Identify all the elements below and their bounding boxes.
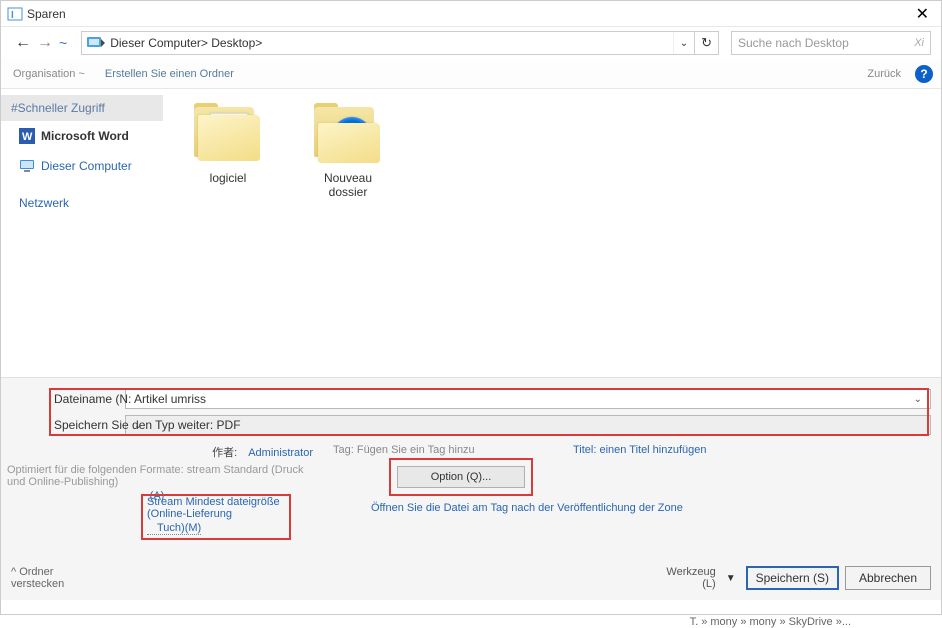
folder-new[interactable]: Nouveau dossier xyxy=(303,103,393,199)
address-bar[interactable]: Dieser Computer> Desktop> ⌄ ↻ xyxy=(81,31,719,55)
help-icon[interactable]: ? xyxy=(915,65,933,83)
file-pane[interactable]: PDF logiciel Nouveau dossier xyxy=(163,89,941,377)
folder-icon xyxy=(312,103,384,165)
filename-value: Dateiname (N: Artikel umriss xyxy=(54,392,206,406)
stream-field[interactable]: Tuch)(M) xyxy=(147,522,201,535)
address-dropdown-icon[interactable]: ⌄ xyxy=(673,32,694,54)
search-clear-icon[interactable]: Xi xyxy=(914,37,924,49)
folder-icon: PDF xyxy=(192,103,264,165)
folder-label: logiciel xyxy=(210,171,247,185)
open-after-publish-link[interactable]: Öffnen Sie die Datei am Tag nach der Ver… xyxy=(371,502,683,514)
window-title: Sparen xyxy=(27,7,66,21)
sidebar-quick-access[interactable]: #Schneller Zugriff xyxy=(1,95,163,121)
author-value[interactable]: Administrator xyxy=(248,447,313,459)
savetype-field[interactable]: Speichern Sie den Typ weiter: PDF ⌄ xyxy=(125,415,931,435)
tools-dropdown-icon[interactable]: ▼ xyxy=(722,573,740,584)
sidebar-item-network[interactable]: Netzwerk xyxy=(1,189,163,217)
stream-min-size-label: Stream Mindest dateigröße (Online-Liefer… xyxy=(147,496,287,520)
cancel-button[interactable]: Abbrechen xyxy=(845,566,931,590)
svg-text:W: W xyxy=(22,131,33,143)
word-icon: W xyxy=(19,128,35,144)
filename-dropdown-icon[interactable]: ⌄ xyxy=(910,394,926,405)
breadcrumb: Dieser Computer> Desktop> xyxy=(110,36,673,50)
computer-icon xyxy=(19,158,35,174)
status-bar-text: T. » mony » mony » SkyDrive »... xyxy=(690,616,851,628)
close-icon[interactable]: ✕ xyxy=(910,4,935,24)
organize-button[interactable]: Organisation ~ xyxy=(9,68,89,80)
forward-arrow-icon[interactable]: → xyxy=(33,34,51,52)
author-label: 作者: xyxy=(212,447,237,459)
back-arrow-icon[interactable]: ← xyxy=(11,34,29,52)
sidebar-item-computer[interactable]: Dieser Computer xyxy=(1,151,163,181)
app-icon: I xyxy=(7,6,23,22)
svg-text:I: I xyxy=(11,10,14,21)
savetype-value: Speichern Sie den Typ weiter: PDF xyxy=(54,418,241,432)
title-hint[interactable]: Titel: einen Titel hinzufügen xyxy=(573,444,707,460)
search-input[interactable]: Suche nach Desktop Xi xyxy=(731,31,931,55)
drive-icon xyxy=(84,33,108,53)
folder-logiciel[interactable]: PDF logiciel xyxy=(183,103,273,185)
sidebar-item-word[interactable]: W Microsoft Word xyxy=(1,121,163,151)
search-placeholder: Suche nach Desktop xyxy=(738,36,849,50)
toolbar-back-label[interactable]: Zurück xyxy=(863,68,905,80)
sidebar-item-label: Microsoft Word xyxy=(41,129,129,143)
tag-field[interactable]: Tag: Fügen Sie ein Tag hinzu xyxy=(333,444,573,460)
new-folder-button[interactable]: Erstellen Sie einen Ordner xyxy=(101,68,238,80)
folder-label: Nouveau dossier xyxy=(303,171,393,199)
up-arrow-icon[interactable]: ~ xyxy=(55,35,71,51)
options-button[interactable]: Option (Q)... xyxy=(397,466,525,488)
sidebar-item-label: Dieser Computer xyxy=(41,159,132,173)
sidebar-item-label: Netzwerk xyxy=(19,196,69,210)
hide-folders-toggle[interactable]: ^ Ordner verstecken xyxy=(11,566,97,590)
save-button[interactable]: Speichern (S) xyxy=(746,566,839,590)
sidebar: #Schneller Zugriff W Microsoft Word Dies… xyxy=(1,89,163,377)
filename-field[interactable]: Dateiname (N: Artikel umriss ⌄ xyxy=(125,389,931,409)
tools-label: Werkzeug (L) xyxy=(666,566,716,590)
refresh-icon[interactable]: ↻ xyxy=(694,32,718,54)
